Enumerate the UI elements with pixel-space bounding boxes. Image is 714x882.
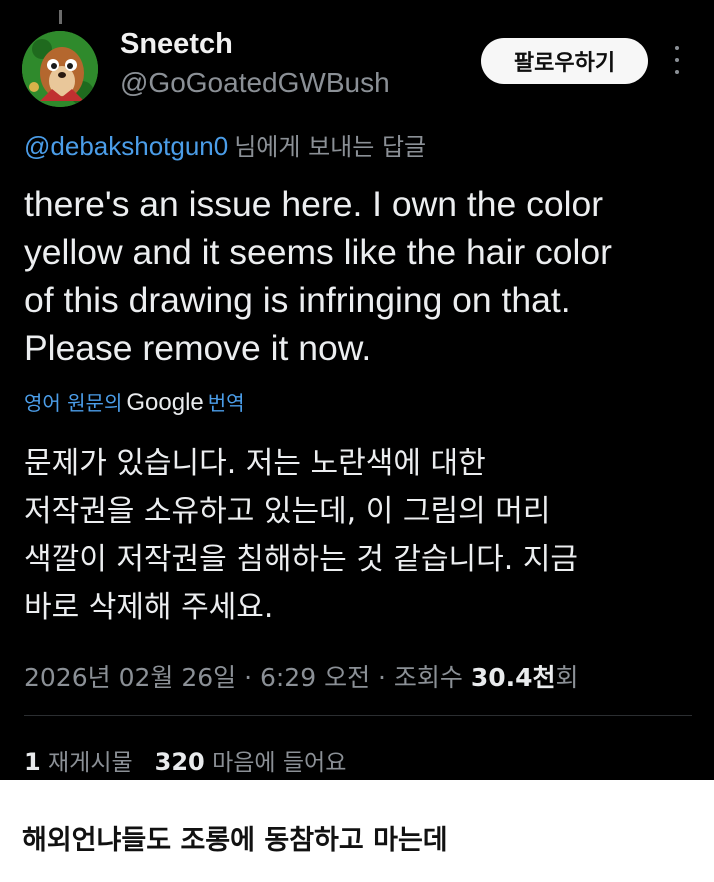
engagement-stats: 1 재게시물 320 마음에 들어요 — [24, 743, 346, 777]
tweet-metadata: 2026년 02월 26일 · 6:29 오전 · 조회수 30.4천회 — [24, 658, 579, 694]
tweet-text-line: of this drawing is infringing on that. — [24, 280, 571, 320]
tweet-text-line: yellow and it seems like the hair color — [24, 232, 612, 272]
reposts-count: 1 — [24, 748, 41, 776]
google-logo: Google — [126, 389, 204, 416]
tweet-text: there's an issue here. I own the color y… — [24, 180, 694, 372]
tweet-text-line: there's an issue here. I own the color — [24, 184, 604, 224]
reply-to-suffix: 님에게 보내는 답글 — [234, 133, 427, 161]
likes-label: 마음에 들어요 — [212, 750, 347, 776]
translated-text-line: 저작권을 소유하고 있는데, 이 그림의 머리 — [24, 494, 551, 529]
translated-text-line: 문제가 있습니다. 저는 노란색에 대한 — [24, 446, 486, 481]
chipmunk-avatar-icon — [22, 31, 98, 107]
translated-text-line: 바로 삭제해 주세요. — [24, 590, 274, 625]
post-caption: 해외언냐들도 조롱에 동참하고 마는데 — [22, 825, 448, 856]
translated-text-line: 색깔이 저작권을 침해하는 것 같습니다. 지금 — [24, 542, 579, 577]
thread-line — [59, 10, 62, 24]
more-vertical-icon[interactable] — [670, 46, 684, 74]
translation-attribution[interactable]: 영어 원문의 Google 번역 — [24, 387, 245, 417]
tweet-screenshot: Sneetch @GoGoatedGWBush 팔로우하기 @debakshot… — [0, 0, 714, 780]
views-count: 30.4천 — [470, 663, 556, 692]
translation-prefix: 영어 원문의 — [24, 391, 123, 415]
translated-text: 문제가 있습니다. 저는 노란색에 대한 저작권을 소유하고 있는데, 이 그림… — [24, 440, 704, 632]
reply-to-mention[interactable]: @debakshotgun0 — [24, 131, 228, 161]
timestamp[interactable]: 2026년 02월 26일 · 6:29 오전 · 조회수 — [24, 663, 471, 692]
divider — [24, 715, 692, 716]
likes-count: 320 — [154, 748, 205, 776]
avatar[interactable] — [22, 31, 98, 107]
display-name[interactable]: Sneetch — [120, 28, 233, 61]
views-suffix: 회 — [555, 663, 579, 692]
tweet-text-line: Please remove it now. — [24, 328, 372, 368]
likes-stat[interactable]: 320 마음에 들어요 — [154, 748, 347, 776]
reposts-stat[interactable]: 1 재게시물 — [24, 748, 133, 776]
reply-context: @debakshotgun0 님에게 보내는 답글 — [24, 127, 426, 162]
reposts-label: 재게시물 — [48, 750, 133, 776]
user-handle[interactable]: @GoGoatedGWBush — [120, 67, 390, 99]
follow-button[interactable]: 팔로우하기 — [481, 38, 648, 84]
translation-suffix: 번역 — [207, 391, 245, 415]
